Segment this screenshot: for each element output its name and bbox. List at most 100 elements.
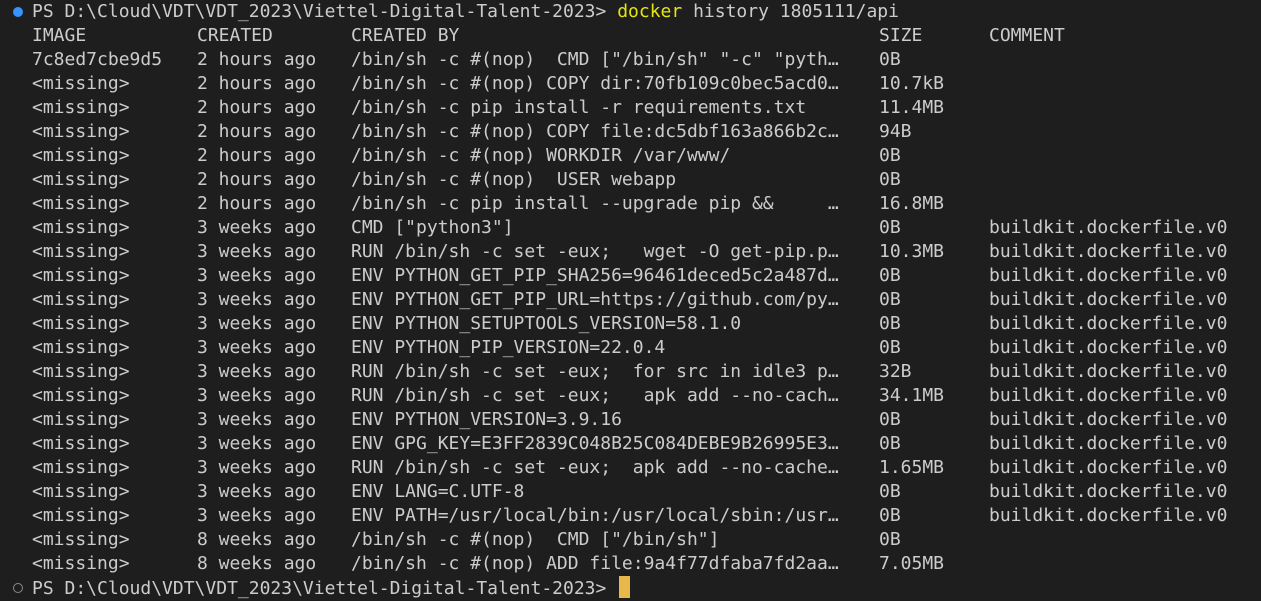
row-image: <missing> (32, 289, 130, 310)
row-created-by: /bin/sh -c #(nop) WORKDIR /var/www/ (351, 145, 731, 166)
row-created: 2 hours ago (197, 73, 317, 94)
row-created: 3 weeks ago (197, 481, 317, 502)
row-size: 7.05MB (879, 553, 945, 574)
row-image: <missing> (32, 241, 130, 262)
row-created-by: ENV PYTHON_VERSION=3.9.16 (351, 409, 622, 430)
table-row: <missing> 2 hours ago/bin/sh -c pip insta… (0, 96, 1261, 120)
prompt-text: PS D:\Cloud\VDT\VDT_2023\Viettel-Digital… (32, 0, 899, 24)
row-created: 2 hours ago (197, 145, 317, 166)
table-row: <missing> 3 weeks ago RUN /bin/sh -c set -… (0, 384, 1261, 408)
row-size: 11.4MB (879, 97, 945, 118)
header-created-by: CREATED BY (351, 25, 460, 46)
row-size: 0B (879, 145, 901, 166)
row-created-by: /bin/sh -c #(nop) USER webapp (351, 169, 677, 190)
row-size: 0B (879, 409, 901, 430)
row-comment: buildkit.dockerfile.v0 (989, 457, 1228, 478)
row-size: 10.3MB (879, 241, 945, 262)
row-image: <missing> (32, 337, 130, 358)
row-created: 3 weeks ago (197, 361, 317, 382)
row-size: 0B (879, 217, 901, 238)
row-size: 32B (879, 361, 912, 382)
prompt-path: PS D:\Cloud\VDT\VDT_2023\Viettel-Digital… (32, 1, 607, 22)
row-created: 3 weeks ago (197, 385, 317, 406)
row-comment: buildkit.dockerfile.v0 (989, 505, 1228, 526)
table-row: <missing> 2 hours ago/bin/sh -c #(nop) WO… (0, 144, 1261, 168)
row-size: 0B (879, 169, 901, 190)
table-row: <missing> 3 weeks ago ENV LANG=C.UTF-8 0B bu… (0, 480, 1261, 504)
row-created: 3 weeks ago (197, 217, 317, 238)
row-created: 8 weeks ago (197, 529, 317, 550)
row-image: 7c8ed7cbe9d5 (32, 49, 163, 70)
table-header: IMAGE CREATED CREATED BY SIZE COMMENT (0, 24, 1261, 48)
row-created-by: ENV LANG=C.UTF-8 (351, 481, 525, 502)
row-created-by: /bin/sh -c #(nop) COPY dir:70fb109c0bec5… (351, 73, 839, 94)
row-size: 10.7kB (879, 73, 945, 94)
row-comment: buildkit.dockerfile.v0 (989, 481, 1228, 502)
row-created-by: /bin/sh -c #(nop) COPY file:dc5dbf163a86… (351, 121, 839, 142)
table-row: <missing> 2 hours ago/bin/sh -c #(nop) CO… (0, 120, 1261, 144)
row-size: 34.1MB (879, 385, 945, 406)
row-created-by: /bin/sh -c #(nop) CMD ["/bin/sh" "-c" "p… (351, 49, 839, 70)
row-created-by: RUN /bin/sh -c set -eux; for src in idle… (351, 361, 839, 382)
row-comment: buildkit.dockerfile.v0 (989, 337, 1228, 358)
row-size: 1.65MB (879, 457, 945, 478)
row-size: 94B (879, 121, 912, 142)
row-image: <missing> (32, 313, 130, 334)
row-created: 3 weeks ago (197, 505, 317, 526)
table-row: <missing> 2 hours ago/bin/sh -c pip insta… (0, 192, 1261, 216)
header-created: CREATED (197, 25, 273, 46)
row-created-by: RUN /bin/sh -c set -eux; wget -O get-pip… (351, 241, 839, 262)
final-prompt-text: PS D:\Cloud\VDT\VDT_2023\Viettel-Digital… (32, 576, 631, 601)
table-row: <missing> 3 weeks ago CMD ["python3"] 0B bui… (0, 216, 1261, 240)
row-created: 2 hours ago (197, 193, 317, 214)
row-created-by: ENV PATH=/usr/local/bin:/usr/local/sbin:… (351, 505, 839, 526)
table-row: <missing> 2 hours ago/bin/sh -c #(nop) US… (0, 168, 1261, 192)
row-image: <missing> (32, 97, 130, 118)
table-row: <missing> 2 hours ago/bin/sh -c #(nop) CO… (0, 72, 1261, 96)
final-prompt-path: PS D:\Cloud\VDT\VDT_2023\Viettel-Digital… (32, 578, 607, 599)
row-created: 2 hours ago (197, 49, 317, 70)
command-status-dot-icon[interactable] (13, 7, 23, 17)
row-comment: buildkit.dockerfile.v0 (989, 313, 1228, 334)
table-row: <missing> 3 weeks ago RUN /bin/sh -c set -… (0, 240, 1261, 264)
row-image: <missing> (32, 121, 130, 142)
row-created: 3 weeks ago (197, 265, 317, 286)
row-created-by: ENV PYTHON_GET_PIP_URL=https://github.co… (351, 289, 839, 310)
row-size: 0B (879, 481, 901, 502)
row-created: 3 weeks ago (197, 457, 317, 478)
row-image: <missing> (32, 169, 130, 190)
row-created-by: RUN /bin/sh -c set -eux; apk add --no-ca… (351, 385, 839, 406)
row-image: <missing> (32, 457, 130, 478)
row-image: <missing> (32, 481, 130, 502)
row-comment: buildkit.dockerfile.v0 (989, 217, 1228, 238)
final-prompt-line: PS D:\Cloud\VDT\VDT_2023\Viettel-Digital… (0, 576, 1261, 600)
row-comment: buildkit.dockerfile.v0 (989, 241, 1228, 262)
row-comment: buildkit.dockerfile.v0 (989, 265, 1228, 286)
row-created-by: /bin/sh -c pip install --upgrade pip && … (351, 193, 839, 214)
row-comment: buildkit.dockerfile.v0 (989, 385, 1228, 406)
row-size: 0B (879, 505, 901, 526)
row-image: <missing> (32, 361, 130, 382)
row-image: <missing> (32, 265, 130, 286)
row-created-by: /bin/sh -c pip install -r requirements.t… (351, 97, 807, 118)
row-size: 0B (879, 265, 901, 286)
table-row: <missing> 3 weeks ago ENV PATH=/usr/local/… (0, 504, 1261, 528)
row-size: 0B (879, 433, 901, 454)
row-created: 2 hours ago (197, 97, 317, 118)
row-created: 8 weeks ago (197, 553, 317, 574)
row-size: 0B (879, 49, 901, 70)
prompt-status-dot-icon[interactable] (13, 583, 23, 593)
table-row: <missing> 3 weeks ago ENV PYTHON_GET_PIP_U… (0, 288, 1261, 312)
row-created: 3 weeks ago (197, 289, 317, 310)
header-size: SIZE (879, 25, 923, 46)
row-size: 0B (879, 289, 901, 310)
row-image: <missing> (32, 145, 130, 166)
row-comment: buildkit.dockerfile.v0 (989, 289, 1228, 310)
terminal[interactable]: PS D:\Cloud\VDT\VDT_2023\Viettel-Digital… (0, 0, 1261, 601)
table-row: <missing> 3 weeks ago ENV PYTHON_GET_PIP_S… (0, 264, 1261, 288)
row-image: <missing> (32, 433, 130, 454)
row-created-by: ENV PYTHON_GET_PIP_SHA256=96461deced5c2a… (351, 265, 839, 286)
table-row: <missing> 3 weeks ago ENV PYTHON_SETUPTOOL… (0, 312, 1261, 336)
table-row: <missing> 8 weeks ago/bin/sh -c #(nop) CM… (0, 528, 1261, 552)
command-args: history 1805111/api (682, 1, 899, 22)
